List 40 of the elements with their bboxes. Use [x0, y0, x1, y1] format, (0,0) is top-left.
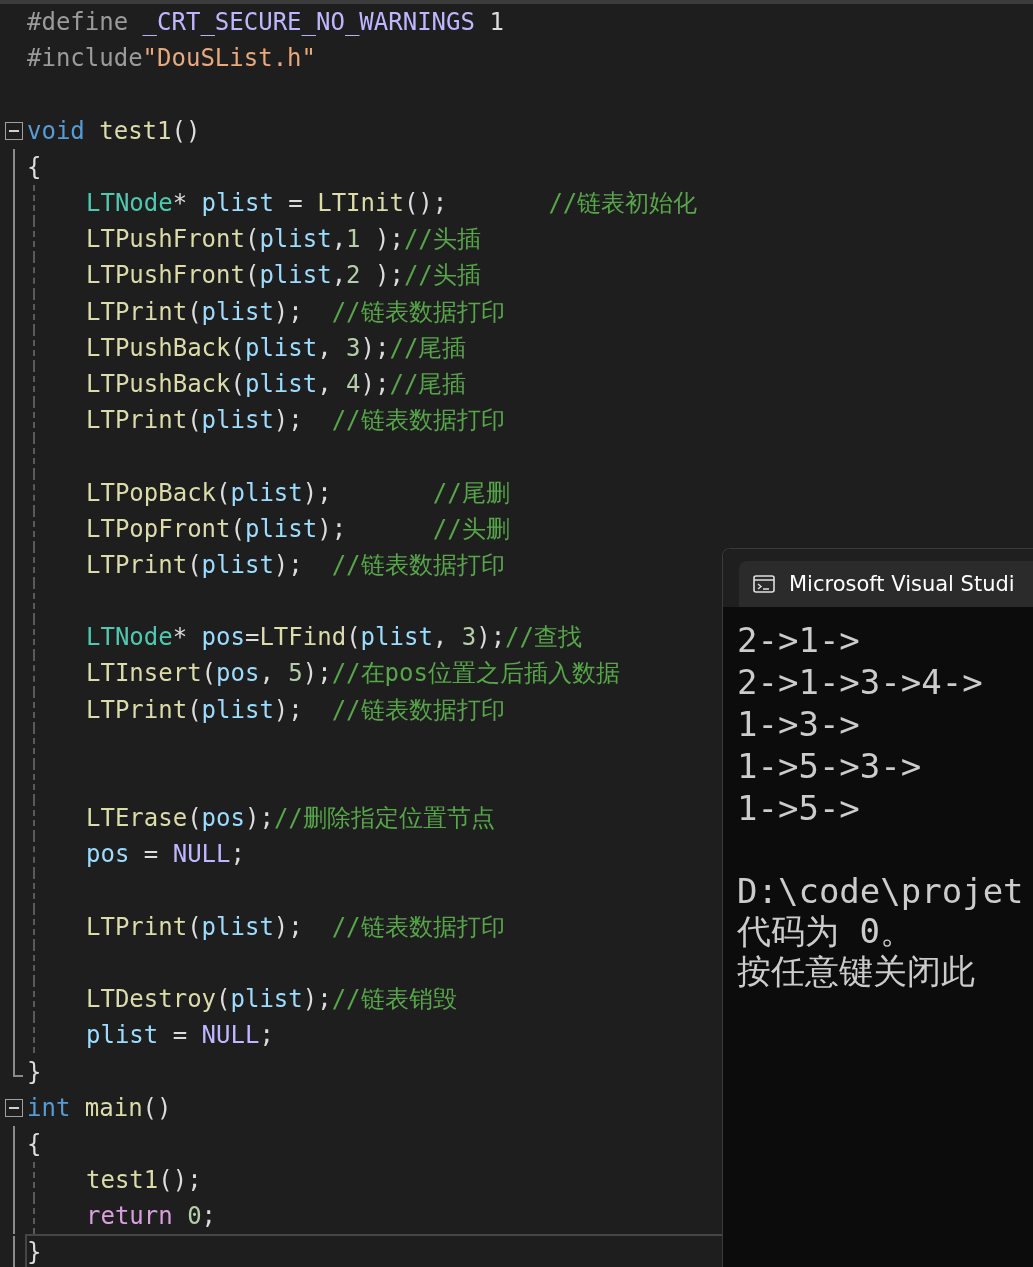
- console-output-line: 2->1->3->4->: [737, 662, 983, 702]
- code-line: LTPrint(plist); //链表数据打印: [86, 694, 505, 725]
- code-line: }: [27, 1237, 42, 1267]
- console-exit-line: 代码为 0。: [737, 911, 914, 951]
- code-line: LTDestroy(plist);//链表销毁: [86, 984, 457, 1015]
- code-line: LTInsert(pos, 5);//在pos位置之后插入数据: [86, 658, 620, 689]
- console-output-line: 2->1->: [737, 620, 860, 660]
- console-output-line: 1->3->: [737, 704, 860, 744]
- code-line: LTPushBack(plist, 3);//尾插: [86, 332, 467, 363]
- console-exit-line: 按任意键关闭此: [737, 951, 975, 991]
- code-line: LTPrint(plist); //链表数据打印: [86, 405, 505, 436]
- code-line: LTPushBack(plist, 4);//尾插: [86, 368, 467, 399]
- console-exit-line: D:\code\projet: [737, 871, 1024, 911]
- code-line: LTPushFront(plist,1 );//头插: [86, 224, 481, 255]
- code-line: LTPopBack(plist); //尾删: [86, 477, 510, 508]
- code-line: LTPrint(plist); //链表数据打印: [86, 296, 505, 327]
- collapse-icon[interactable]: [5, 121, 23, 140]
- code-line: #include"DouSList.h": [27, 43, 316, 74]
- console-tab[interactable]: Microsoft Visual Studi: [739, 561, 1033, 607]
- collapse-icon[interactable]: [5, 1098, 23, 1117]
- code-line: pos = NULL;: [86, 839, 245, 870]
- code-line: LTNode* plist = LTInit(); //链表初始化: [86, 188, 698, 219]
- code-line: void test1(): [27, 115, 201, 146]
- code-line: }: [27, 1056, 42, 1087]
- code-line: {: [27, 151, 42, 182]
- code-line: return 0;: [86, 1201, 217, 1232]
- code-line: test1();: [86, 1165, 202, 1196]
- code-line: LTErase(pos);//删除指定位置节点: [86, 803, 495, 834]
- code-line: LTPrint(plist); //链表数据打印: [86, 549, 505, 580]
- code-line: LTPrint(plist); //链表数据打印: [86, 911, 505, 942]
- terminal-icon: [753, 575, 775, 593]
- code-line: plist = NULL;: [86, 1020, 274, 1051]
- code-line: int main(): [27, 1092, 172, 1123]
- code-line: LTPopFront(plist); //头删: [86, 513, 510, 544]
- console-output-line: 1->5->: [737, 788, 860, 828]
- console-output-line: 1->5->3->: [737, 746, 922, 786]
- code-line: {: [27, 1128, 42, 1159]
- code-line: LTPushFront(plist,2 );//头插: [86, 260, 481, 291]
- code-line: #define _CRT_SECURE_NO_WARNINGS 1: [27, 7, 504, 38]
- code-line: LTNode* pos=LTFind(plist, 3);//查找: [86, 622, 582, 653]
